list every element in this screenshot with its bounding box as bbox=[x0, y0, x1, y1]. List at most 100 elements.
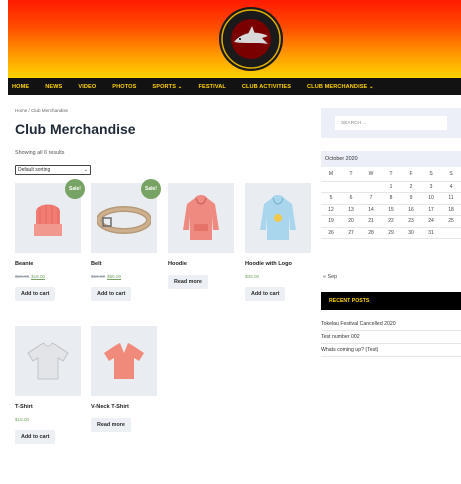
breadcrumb[interactable]: Home / Club Merchandise bbox=[15, 108, 68, 113]
results-count: Showing all 6 results bbox=[15, 150, 65, 156]
calendar-day: 27 bbox=[341, 227, 361, 239]
product-name[interactable]: V-Neck T-Shirt bbox=[91, 404, 157, 410]
calendar-day bbox=[361, 181, 381, 193]
product-image[interactable] bbox=[245, 183, 311, 253]
sale-badge: Sale! bbox=[65, 179, 85, 199]
calendar-day: 11 bbox=[441, 192, 461, 205]
calendar-day bbox=[321, 181, 341, 193]
product-price: $20.00 $18.00 bbox=[15, 274, 81, 279]
calendar-day: 6 bbox=[341, 192, 361, 205]
old-price: $65.00 bbox=[91, 274, 106, 279]
calendar-day: 10 bbox=[421, 192, 441, 205]
calendar-day: 14 bbox=[361, 204, 381, 216]
calendar-day: 23 bbox=[401, 215, 421, 228]
beanie-icon bbox=[34, 204, 62, 236]
main-nav: HOME NEWS VIDEO PHOTOS SPORTS ⌄ FESTIVAL… bbox=[8, 78, 461, 95]
calendar-day bbox=[441, 227, 461, 239]
add-to-cart-button[interactable]: Add to cart bbox=[91, 287, 132, 301]
nav-item-news[interactable]: NEWS bbox=[45, 84, 62, 90]
product-name[interactable]: T-Shirt bbox=[15, 404, 81, 410]
calendar-day: 2 bbox=[401, 181, 421, 193]
read-more-button[interactable]: Read more bbox=[168, 275, 208, 289]
price-value: $45.00 bbox=[245, 274, 260, 279]
product-name[interactable]: Hoodie bbox=[168, 261, 234, 267]
sidebar: SEARCH ... October 2020 M T W T F S S 1 … bbox=[321, 108, 461, 357]
recent-post-link[interactable]: Whats coming up? (Test) bbox=[321, 344, 461, 357]
product-card: Hoodie with Logo $45.00 Add to cart bbox=[245, 183, 311, 301]
calendar-day: 12 bbox=[321, 204, 341, 216]
product-name[interactable]: Beanie bbox=[15, 261, 81, 267]
read-more-button[interactable]: Read more bbox=[91, 418, 131, 432]
chevron-down-icon: ⌄ bbox=[83, 167, 88, 173]
nav-item-sports[interactable]: SPORTS ⌄ bbox=[152, 84, 182, 90]
product-card: Sale! Beanie $20.00 $18.00 Add to cart bbox=[15, 179, 85, 301]
calendar-day: 9 bbox=[401, 192, 421, 205]
add-to-cart-button[interactable]: Add to cart bbox=[245, 287, 286, 301]
calendar-day: 3 bbox=[421, 181, 441, 193]
add-to-cart-button[interactable]: Add to cart bbox=[15, 287, 56, 301]
search-input[interactable]: SEARCH ... bbox=[335, 116, 447, 130]
hoodie-icon bbox=[183, 195, 219, 240]
old-price: $20.00 bbox=[15, 274, 30, 279]
calendar-day: 21 bbox=[361, 215, 381, 228]
calendar-day bbox=[341, 181, 361, 193]
product-price: $45.00 bbox=[245, 274, 311, 279]
product-image[interactable] bbox=[15, 326, 81, 396]
product-name[interactable]: Hoodie with Logo bbox=[245, 261, 311, 267]
vneck-tshirt-icon bbox=[104, 343, 144, 379]
product-card: Hoodie Read more bbox=[168, 183, 234, 289]
nav-item-photos[interactable]: PHOTOS bbox=[112, 84, 136, 90]
calendar-day: 5 bbox=[321, 192, 341, 205]
sort-select[interactable]: Default sorting ⌄ bbox=[15, 165, 91, 175]
calendar-table: M T W T F S S 1 2 3 4 5 6 7 8 9 10 11 12… bbox=[321, 167, 461, 239]
weekday-header: F bbox=[401, 167, 421, 182]
nav-item-club-activities[interactable]: CLUB ACTIVITIES bbox=[242, 84, 291, 90]
nav-item-video[interactable]: VIDEO bbox=[78, 84, 96, 90]
weekday-header: S bbox=[421, 167, 441, 182]
weekday-header: M bbox=[321, 167, 341, 182]
calendar-day: 19 bbox=[321, 215, 341, 228]
header-banner bbox=[8, 0, 461, 78]
add-to-cart-button[interactable]: Add to cart bbox=[15, 430, 56, 444]
calendar-day: 1 bbox=[381, 181, 401, 193]
calendar-day: 22 bbox=[381, 215, 401, 228]
recent-posts-list: Tokelau Festival Cancelled 2020 Test num… bbox=[321, 318, 461, 357]
product-name[interactable]: Belt bbox=[91, 261, 157, 267]
recent-post-link[interactable]: Tokelau Festival Cancelled 2020 bbox=[321, 318, 461, 331]
weekday-header: T bbox=[341, 167, 361, 182]
product-card: Sale! Belt $65.00 $55.00 Add to cart bbox=[91, 179, 161, 301]
nav-item-club-merchandise[interactable]: CLUB MERCHANDISE ⌄ bbox=[307, 84, 374, 90]
calendar-day: 25 bbox=[441, 215, 461, 228]
product-image[interactable] bbox=[91, 326, 157, 396]
weekday-header: S bbox=[441, 167, 461, 182]
calendar-day: 18 bbox=[441, 204, 461, 216]
nav-item-home[interactable]: HOME bbox=[12, 84, 29, 90]
calendar-day: 4 bbox=[441, 181, 461, 193]
nav-item-festival[interactable]: FESTIVAL bbox=[198, 84, 225, 90]
search-widget: SEARCH ... bbox=[321, 108, 461, 138]
belt-icon bbox=[97, 206, 151, 234]
calendar-day: 13 bbox=[341, 204, 361, 216]
calendar-day: 17 bbox=[421, 204, 441, 216]
product-image[interactable]: Sale! bbox=[15, 179, 85, 253]
recent-post-link[interactable]: Test number 002 bbox=[321, 331, 461, 344]
calendar-day: 15 bbox=[381, 204, 401, 216]
weekday-header: T bbox=[381, 167, 401, 182]
calendar-day: 16 bbox=[401, 204, 421, 216]
page-title: Club Merchandise bbox=[15, 121, 136, 137]
calendar-day: 7 bbox=[361, 192, 381, 205]
sale-price: $18.00 bbox=[31, 274, 46, 279]
calendar-widget: October 2020 M T W T F S S 1 2 3 4 5 6 7… bbox=[321, 151, 461, 239]
product-image[interactable] bbox=[168, 183, 234, 253]
calendar-day: 29 bbox=[381, 227, 401, 239]
sale-price: $55.00 bbox=[107, 274, 122, 279]
calendar-prev-month-link[interactable]: « Sep bbox=[323, 274, 337, 280]
calendar-day: 30 bbox=[401, 227, 421, 239]
club-logo[interactable] bbox=[218, 6, 284, 72]
calendar-day: 8 bbox=[381, 192, 401, 205]
calendar-caption: October 2020 bbox=[321, 151, 461, 167]
weekday-header: W bbox=[361, 167, 381, 182]
product-image[interactable]: Sale! bbox=[91, 179, 161, 253]
recent-posts-title: RECENT POSTS bbox=[321, 292, 461, 310]
calendar-day: 26 bbox=[321, 227, 341, 239]
